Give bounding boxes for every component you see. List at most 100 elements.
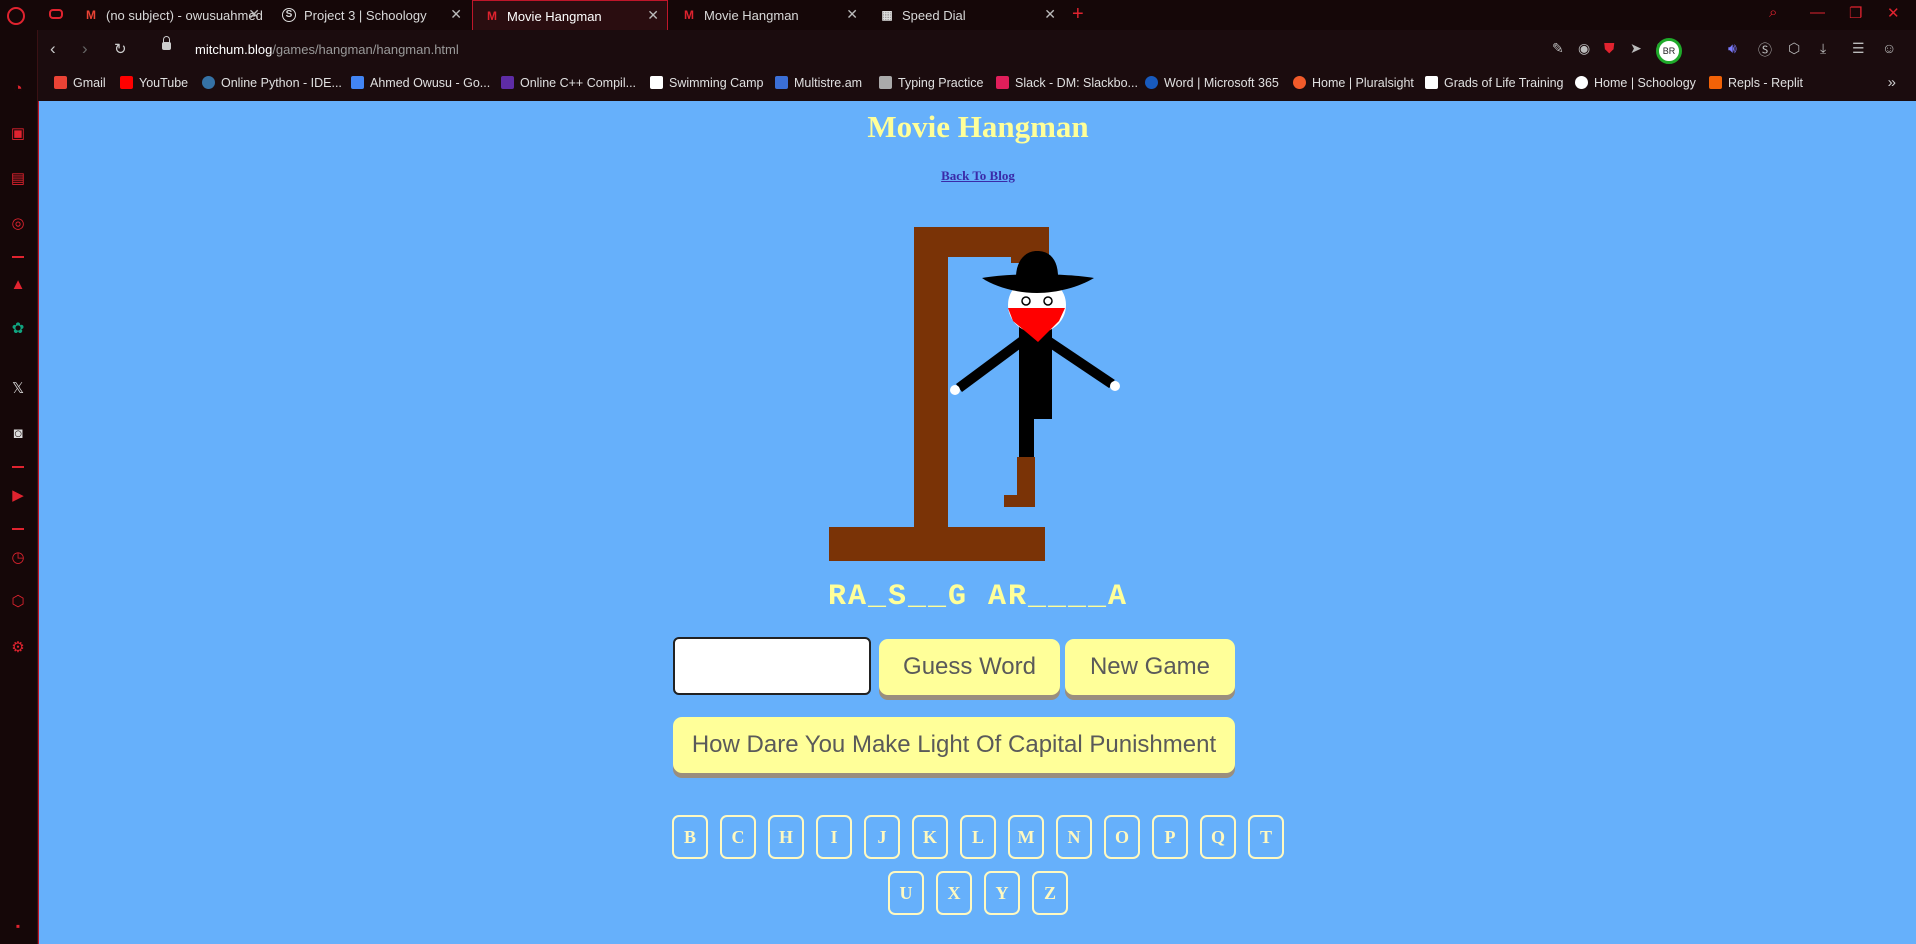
bookmarks-bar: Gmail YouTube Online Python - IDE... Ahm… <box>38 70 1916 100</box>
letter-button[interactable]: C <box>720 815 756 859</box>
bookmark-multistream[interactable]: Multistre.am <box>775 76 862 90</box>
close-icon[interactable]: ✕ <box>647 7 659 24</box>
back-icon[interactable]: ‹ <box>50 39 56 59</box>
replit-icon <box>1709 76 1722 89</box>
microsoft365-icon <box>1145 76 1158 89</box>
bookmark-swimming-camp[interactable]: Swimming Camp <box>650 76 763 90</box>
bookmark-google-doc[interactable]: Ahmed Owusu - Go... <box>351 76 490 90</box>
letter-button[interactable]: B <box>672 815 708 859</box>
letter-button[interactable]: Q <box>1200 815 1236 859</box>
chatgpt-icon[interactable]: ✿ <box>9 320 27 338</box>
url-field[interactable]: mitchum.blog/games/hangman/hangman.html <box>195 42 459 57</box>
extensions-icon[interactable]: ⬡ <box>9 593 27 611</box>
bookmark-youtube[interactable]: YouTube <box>120 76 188 90</box>
close-icon[interactable]: ✕ <box>1044 6 1056 23</box>
back-to-blog-link[interactable]: Back To Blog <box>39 168 1916 184</box>
typing-icon <box>879 76 892 89</box>
speaker-icon[interactable]: 🔊︎ <box>1728 40 1737 57</box>
bookmark-schoology[interactable]: Home | Schoology <box>1575 76 1696 90</box>
tab-movie-hangman[interactable]: M Movie Hangman ✕ <box>670 0 866 30</box>
letter-button[interactable]: O <box>1104 815 1140 859</box>
send-icon[interactable]: ➤ <box>1630 40 1642 57</box>
history-icon[interactable]: ◷ <box>9 549 27 567</box>
menu-icon[interactable]: ☰ <box>1852 40 1865 57</box>
sidebar-more-icon[interactable]: ▪ <box>9 917 27 935</box>
gamepad-icon[interactable] <box>49 9 63 19</box>
schoology-icon <box>1575 76 1588 89</box>
profile-avatar[interactable]: BR <box>1656 38 1682 64</box>
bookmark-word[interactable]: Word | Microsoft 365 <box>1145 76 1279 90</box>
tab-schoology[interactable]: S Project 3 | Schoology ✕ <box>270 0 470 30</box>
document-icon <box>650 76 663 89</box>
close-window-icon[interactable]: ✕ <box>1887 4 1900 22</box>
letter-button[interactable]: N <box>1056 815 1092 859</box>
aria-icon[interactable]: ▲ <box>9 276 27 294</box>
letter-button[interactable]: I <box>816 815 852 859</box>
cube-icon[interactable]: ⬡ <box>1788 40 1800 57</box>
x-icon[interactable]: 𝕏 <box>9 380 27 398</box>
hangman-favicon-icon: M <box>684 8 694 22</box>
forward-icon[interactable]: › <box>82 39 88 59</box>
letter-button[interactable]: Z <box>1032 871 1068 915</box>
profile-icon[interactable]: ☺ <box>1882 40 1896 56</box>
snap-icon[interactable]: ✎ <box>1552 40 1564 57</box>
grads-of-life-icon <box>1425 76 1438 89</box>
guess-input[interactable] <box>673 637 871 695</box>
opera-logo-icon[interactable] <box>7 7 25 25</box>
guess-word-button[interactable]: Guess Word <box>879 639 1060 695</box>
speed-dial-icon: ▦ <box>881 8 893 22</box>
bookmark-replit[interactable]: Repls - Replit <box>1709 76 1803 90</box>
bookmark-typing-practice[interactable]: Typing Practice <box>879 76 983 90</box>
letter-button[interactable]: H <box>768 815 804 859</box>
tab-title: Speed Dial <box>902 8 966 23</box>
shopping-bag-icon[interactable]: ▣ <box>9 125 27 143</box>
tab-title: (no subject) - owusuahmed <box>106 8 263 23</box>
instagram-icon[interactable]: ◎ <box>9 215 27 233</box>
schoology-icon: S <box>282 8 296 22</box>
cpp-compiler-icon <box>501 76 514 89</box>
more-bookmarks-icon[interactable]: » <box>1888 74 1896 91</box>
bookmark-slack[interactable]: Slack - DM: Slackbo... <box>996 76 1138 90</box>
twitch-icon[interactable]: ▤ <box>9 170 27 188</box>
hangman-favicon-icon: M <box>487 9 497 23</box>
letter-button[interactable]: X <box>936 871 972 915</box>
letter-button[interactable]: L <box>960 815 996 859</box>
restore-icon[interactable]: ❐ <box>1849 4 1862 22</box>
hangman-right-hand <box>1110 381 1120 391</box>
minimize-icon[interactable]: — <box>1810 4 1825 21</box>
close-icon[interactable]: ✕ <box>450 6 462 23</box>
sidebar-separator <box>12 528 24 530</box>
reload-icon[interactable]: ↻ <box>114 40 127 58</box>
bookmark-pluralsight[interactable]: Home | Pluralsight <box>1293 76 1414 90</box>
letter-button[interactable]: U <box>888 871 924 915</box>
bookmark-grads-of-life[interactable]: Grads of Life Training <box>1425 76 1564 90</box>
letter-button[interactable]: K <box>912 815 948 859</box>
download-icon[interactable]: ⤓ <box>1820 40 1826 57</box>
discord-icon[interactable]: ◙ <box>9 425 27 443</box>
tab-search-icon[interactable]: ⌕ <box>1769 4 1777 21</box>
settings-icon[interactable]: ⚙ <box>9 639 27 657</box>
letter-button[interactable]: T <box>1248 815 1284 859</box>
letter-button[interactable]: M <box>1008 815 1044 859</box>
tab-movie-hangman-active[interactable]: M Movie Hangman ✕ <box>472 0 668 30</box>
tab-gmail[interactable]: M (no subject) - owusuahmed ✕ <box>72 0 268 30</box>
close-icon[interactable]: ✕ <box>846 6 858 23</box>
letter-button[interactable]: Y <box>984 871 1020 915</box>
python-icon <box>202 76 215 89</box>
bookmark-gmail[interactable]: Gmail <box>54 76 106 90</box>
letter-row: BCHIJKLMNOPQT <box>39 815 1916 859</box>
speed-dial-icon[interactable]: ◔ <box>9 80 27 98</box>
letter-button[interactable]: P <box>1152 815 1188 859</box>
new-tab-button[interactable]: + <box>1072 3 1084 26</box>
extension-s-icon[interactable]: Ⓢ <box>1758 40 1772 60</box>
new-game-button[interactable]: New Game <box>1065 639 1235 695</box>
close-icon[interactable]: ✕ <box>248 6 260 23</box>
bookmark-online-python[interactable]: Online Python - IDE... <box>202 76 342 90</box>
player-icon[interactable]: ▶ <box>9 487 27 505</box>
camera-icon[interactable]: ◉ <box>1578 40 1590 57</box>
letter-button[interactable]: J <box>864 815 900 859</box>
bookmark-online-cpp[interactable]: Online C++ Compil... <box>501 76 636 90</box>
adblock-icon[interactable]: ⛊ <box>1604 40 1615 57</box>
tab-speed-dial[interactable]: ▦ Speed Dial ✕ <box>868 0 1064 30</box>
hint-button[interactable]: How Dare You Make Light Of Capital Punis… <box>673 717 1235 773</box>
